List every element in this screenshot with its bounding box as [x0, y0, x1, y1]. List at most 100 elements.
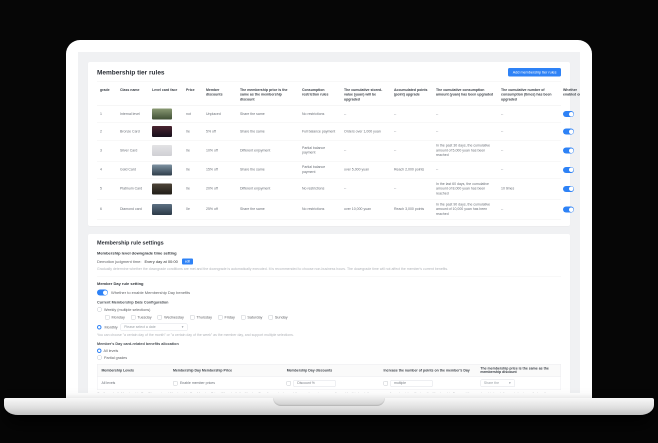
- table-row: 2Bronze Card0e5% offShare the sameFull b…: [97, 123, 561, 141]
- grade-cell: 4: [97, 164, 117, 175]
- enabled-toggle[interactable]: [563, 167, 574, 173]
- chevron-down-icon: ▼: [181, 326, 184, 329]
- column-header-price: Price: [183, 85, 203, 96]
- weekday-option-sunday[interactable]: Sunday: [268, 315, 287, 320]
- radio-icon[interactable]: [97, 349, 102, 354]
- tier-rules-card: Membership tier rules Add membership tie…: [88, 62, 570, 226]
- cumulative-times-cell: 10 times: [498, 184, 560, 195]
- weekly-option-label: Weekly (multiple selections): [104, 307, 150, 312]
- points-multiple-input[interactable]: multiple: [391, 380, 433, 387]
- weekday-option-wednesday[interactable]: Wednesday: [158, 315, 184, 320]
- laptop-notch: [273, 398, 385, 406]
- stored-value-cell: --: [341, 145, 391, 156]
- member-day-benefit-table: Membership Levels Membership Day Members…: [97, 364, 561, 390]
- points-cell: --: [391, 145, 433, 156]
- benefit-header-member-price: Membership Day Membership Price: [169, 366, 283, 375]
- weekday-option-monday[interactable]: Monday: [105, 315, 125, 320]
- column-header-class-name: Class name: [117, 85, 149, 96]
- card-face-cell: [149, 142, 183, 159]
- points-cell: --: [391, 126, 433, 137]
- checkbox-icon[interactable]: [190, 315, 195, 320]
- consumption-rule-cell: Partial balance payment: [299, 162, 341, 177]
- enabled-toggle[interactable]: [563, 207, 574, 213]
- cumulative-amount-cell: --: [433, 109, 498, 120]
- weekday-label: Monday: [112, 315, 125, 320]
- column-header-card-face: Level card face: [149, 85, 183, 96]
- checkbox-icon[interactable]: [105, 315, 110, 320]
- date-select[interactable]: Please select a date ▼: [121, 324, 188, 332]
- stored-value-cell: --: [341, 184, 391, 195]
- demotion-time-label: Demotion judgment time:: [97, 259, 141, 264]
- enable-member-prices-label: Enable member prices: [180, 382, 215, 386]
- consumption-rule-cell: No restrictions: [299, 109, 341, 120]
- enabled-cell: [560, 204, 580, 216]
- price-cell: 0e: [183, 184, 203, 195]
- radio-icon[interactable]: [97, 355, 102, 360]
- member-discount-cell: Unplaced: [203, 109, 237, 120]
- monthly-option-label: Monthly: [105, 325, 118, 330]
- benefit-header-discounts: Membership Day discounts: [283, 366, 380, 375]
- level-card-face-image: [152, 183, 172, 194]
- benefit-price-cell: Enable member prices: [169, 379, 283, 389]
- weekday-option-tuesday[interactable]: Tuesday: [131, 315, 152, 320]
- enabled-toggle[interactable]: [563, 186, 574, 192]
- weekday-option-saturday[interactable]: Saturday: [241, 315, 263, 320]
- points-cell: --: [391, 184, 433, 195]
- price-same-cell: Different enjoyment: [237, 184, 299, 195]
- price-same-cell: Share the same: [237, 204, 299, 215]
- cumulative-amount-cell: --: [433, 126, 498, 137]
- benefit-table-row: All levels Enable member prices Discount…: [98, 377, 561, 390]
- column-header-enabled: Whether enabled or not: [560, 85, 580, 100]
- cumulative-times-cell: --: [498, 126, 560, 137]
- weekly-radio-option[interactable]: Weekly (multiple selections): [97, 307, 561, 312]
- monthly-radio-option[interactable]: Monthly Please select a date ▼: [97, 324, 561, 332]
- enabled-toggle[interactable]: [563, 148, 574, 154]
- benefit-points-cell: multiple: [380, 377, 477, 389]
- allocation-partial-option[interactable]: Partial grades: [97, 355, 561, 360]
- price-cell: 0e: [183, 145, 203, 156]
- demotion-time-edit-button[interactable]: edit: [182, 259, 193, 265]
- table-row: 1Internal levelnotUnplacedShare the same…: [97, 106, 561, 124]
- checkbox-icon[interactable]: [158, 315, 163, 320]
- member-day-toggle[interactable]: [97, 290, 108, 296]
- checkbox-icon[interactable]: [241, 315, 246, 320]
- enabled-cell: [560, 164, 580, 176]
- price-same-select[interactable]: Share the ▼: [480, 380, 515, 388]
- class-name-cell: Diamond card: [117, 204, 149, 215]
- checkbox-icon[interactable]: [131, 315, 136, 320]
- cumulative-times-cell: --: [498, 204, 560, 215]
- price-same-cell: Share the same: [237, 164, 299, 175]
- table-header-row: grade Class name Level card face Price M…: [97, 85, 561, 106]
- radio-icon[interactable]: [97, 307, 102, 312]
- radio-icon[interactable]: [97, 325, 102, 330]
- discount-input[interactable]: Discount %: [294, 380, 336, 387]
- weekday-label: Friday: [224, 315, 234, 320]
- column-header-member-discounts: Member discounts: [203, 85, 237, 100]
- table-body: 1Internal levelnotUnplacedShare the same…: [97, 106, 561, 220]
- points-cell: Reach 3,000 points: [391, 204, 433, 215]
- benefit-table-header-row: Membership Levels Membership Day Members…: [98, 365, 561, 378]
- column-header-points-upgrade: Accumulated points (point) upgrade: [391, 85, 433, 100]
- rule-settings-card: Membership rule settings Membership leve…: [88, 234, 570, 393]
- class-name-cell: Platinum Card: [117, 184, 149, 195]
- points-checkbox[interactable]: [384, 381, 389, 386]
- allocation-all-levels-option[interactable]: All levels: [97, 349, 561, 354]
- discount-checkbox[interactable]: [287, 381, 292, 386]
- add-tier-rule-button[interactable]: Add membership tier rules: [508, 68, 561, 77]
- class-name-cell: Silver Card: [117, 145, 149, 156]
- card-header: Membership tier rules Add membership tie…: [97, 68, 561, 82]
- enable-member-prices-checkbox[interactable]: [173, 381, 178, 386]
- enabled-toggle[interactable]: [563, 129, 574, 135]
- price-cell: 0e: [183, 126, 203, 137]
- class-name-cell: Gold Card: [117, 164, 149, 175]
- allocation-label: Member's Day card-related benefits alloc…: [97, 342, 561, 347]
- stored-value-cell: --: [341, 109, 391, 120]
- level-card-face-image: [152, 126, 172, 137]
- weekday-option-thursday[interactable]: Thursday: [190, 315, 212, 320]
- card-face-cell: [149, 123, 183, 140]
- checkbox-icon[interactable]: [218, 315, 223, 320]
- table-row: 6Diamond card0e25% offShare the sameNo r…: [97, 199, 561, 220]
- checkbox-icon[interactable]: [268, 315, 273, 320]
- enabled-toggle[interactable]: [563, 111, 574, 117]
- weekday-option-friday[interactable]: Friday: [218, 315, 235, 320]
